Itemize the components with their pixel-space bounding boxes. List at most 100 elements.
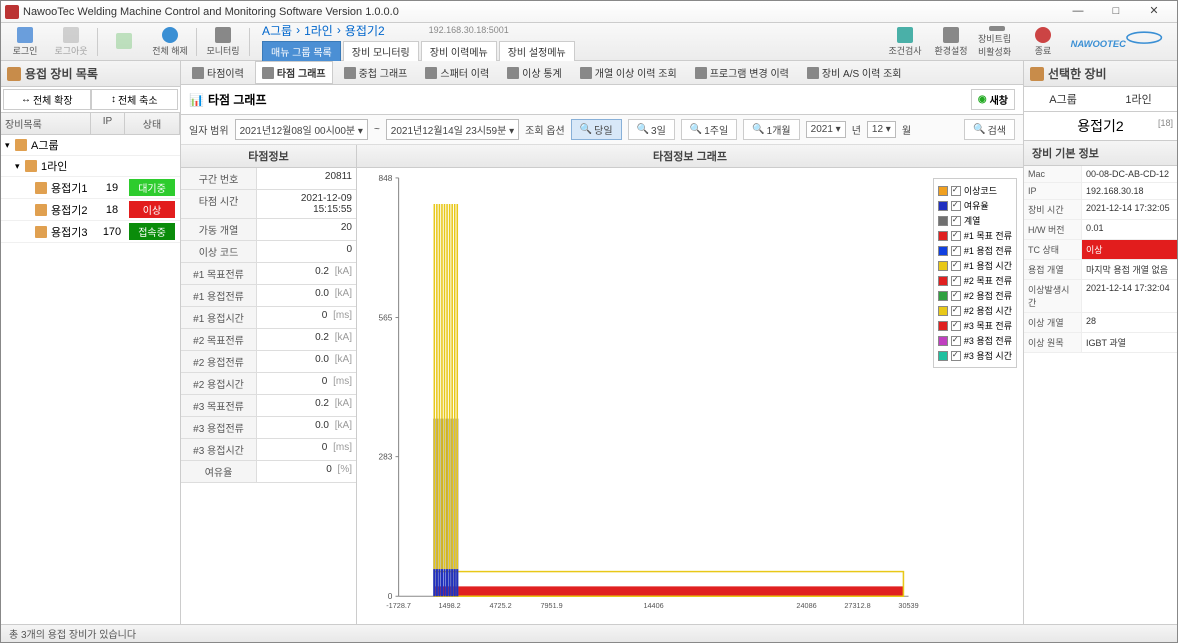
legend-checkbox[interactable] [951, 246, 961, 256]
tree-row[interactable]: ▾1라인 [1, 156, 180, 177]
tab-프로그램-변경-이력[interactable]: 프로그램 변경 이력 [688, 61, 796, 84]
condition-check-button[interactable]: 조건검사 [885, 25, 925, 59]
tab-장비-A/S-이력-조회[interactable]: 장비 A/S 이력 조회 [800, 61, 909, 84]
legend-swatch [938, 351, 948, 361]
legend-item[interactable]: #1 용접 시간 [938, 258, 1012, 273]
legend-item[interactable]: #2 목표 전류 [938, 273, 1012, 288]
legend-item[interactable]: #3 용접 시간 [938, 348, 1012, 363]
tab-타점-그래프[interactable]: 타점 그래프 [255, 61, 333, 84]
legend-checkbox[interactable] [951, 276, 961, 286]
breadcrumb-group[interactable]: A그룹 [262, 22, 292, 39]
legend-item[interactable]: 계열 [938, 213, 1012, 228]
collapse-all-button[interactable]: ↕전체 축소 [91, 89, 179, 110]
environment-settings-button[interactable]: 환경설정 [931, 25, 971, 59]
info-row: #3 목표전류0.2 [kA] [181, 395, 356, 417]
filter-1week-button[interactable]: 🔍1주일 [681, 119, 737, 140]
folder-icon [25, 160, 37, 172]
legend-checkbox[interactable] [951, 336, 961, 346]
search-button[interactable]: 🔍검색 [964, 119, 1015, 140]
tab-타점이력[interactable]: 타점이력 [185, 61, 251, 84]
main-toolbar: 로그인 로그아웃 전체 해제 모니터링 A그룹› 1라인› 용접기2 192.1… [1, 23, 1177, 61]
legend-checkbox[interactable] [951, 351, 961, 361]
legend-checkbox[interactable] [951, 201, 961, 211]
info-row: #1 목표전류0.2 [kA] [181, 263, 356, 285]
legend-item[interactable]: 여유율 [938, 198, 1012, 213]
play-button[interactable] [104, 25, 144, 59]
svg-text:565: 565 [378, 314, 392, 323]
window-title: NawooTec Welding Machine Control and Mon… [23, 6, 1059, 18]
play-icon [116, 33, 132, 49]
chart-area[interactable]: 0283565848-1728.71498.24725.27951.914406… [357, 168, 1023, 624]
month-select[interactable]: 12 ▾ [867, 121, 896, 138]
tree-row[interactable]: 용접기218이상 [1, 199, 180, 221]
menu-history-button[interactable]: 장비 이력메뉴 [421, 41, 497, 62]
tree-row[interactable]: ▾A그룹 [1, 135, 180, 156]
filter-1month-button[interactable]: 🔍1개월 [743, 119, 799, 140]
device-tree[interactable]: ▾A그룹▾1라인용접기119대기중용접기218이상용접기3170접속중 [1, 135, 180, 624]
exit-button[interactable]: 종료 [1023, 25, 1063, 59]
tree-row[interactable]: 용접기119대기중 [1, 177, 180, 199]
trip-disable-button[interactable]: 장비트립 비활성화 [977, 25, 1017, 59]
menu-monitoring-button[interactable]: 장비 모니터링 [343, 41, 419, 62]
info-row: 타점 시간2021-12-09 15:15:55 [181, 190, 356, 219]
tab-이상-통계[interactable]: 이상 통계 [500, 61, 569, 84]
breadcrumb-device[interactable]: 용접기2 [345, 22, 385, 39]
filter-today-button[interactable]: 🔍당일 [571, 119, 622, 140]
login-button[interactable]: 로그인 [5, 25, 45, 59]
date-from-input[interactable]: 2021년12월08일 00시00분 ▾ [235, 119, 368, 140]
rp-device-badge: [18] [1158, 118, 1173, 128]
tab-중첩-그래프[interactable]: 중첩 그래프 [337, 61, 415, 84]
minimize-button[interactable]: — [1059, 2, 1097, 22]
legend-checkbox[interactable] [951, 231, 961, 241]
new-window-button[interactable]: ◉새창 [971, 89, 1015, 110]
device-info-row: H/W 버전0.01 [1024, 220, 1177, 240]
legend-item[interactable]: #1 목표 전류 [938, 228, 1012, 243]
logout-button[interactable]: 로그아웃 [51, 25, 91, 59]
tree-row[interactable]: 용접기3170접속중 [1, 221, 180, 243]
col-status: 상태 [125, 113, 180, 134]
device-info-row: 이상 원목IGBT 과열 [1024, 333, 1177, 353]
legend-item[interactable]: #2 용접 시간 [938, 303, 1012, 318]
tree-label: 1라인 [41, 158, 67, 174]
monitoring-button[interactable]: 모니터링 [203, 25, 243, 59]
legend-item[interactable]: 이상코드 [938, 183, 1012, 198]
release-all-button[interactable]: 전체 해제 [150, 25, 190, 59]
power-icon [1035, 27, 1051, 43]
tab-개열-이상-이력-조회[interactable]: 개열 이상 이력 조회 [573, 61, 684, 84]
selected-device-panel: 선택한 장비 A그룹 1라인 용접기2 [18] 장비 기본 정보 Mac00-… [1023, 61, 1177, 624]
legend-checkbox[interactable] [951, 186, 961, 196]
tree-label: 용접기3 [51, 224, 87, 240]
device-info-row: 장비 시간2021-12-14 17:32:05 [1024, 200, 1177, 220]
close-button[interactable]: ✕ [1135, 2, 1173, 22]
device-info-row: Mac00-08-DC-AB-CD-12 [1024, 166, 1177, 183]
maximize-button[interactable]: □ [1097, 2, 1135, 22]
legend-checkbox[interactable] [951, 306, 961, 316]
breadcrumb-line[interactable]: 1라인 [304, 22, 333, 39]
query-option-label: 조회 옵션 [525, 122, 565, 137]
legend-checkbox[interactable] [951, 291, 961, 301]
filter-3days-button[interactable]: 🔍3일 [628, 119, 675, 140]
info-row: #2 용접전류0.0 [kA] [181, 351, 356, 373]
device-list-panel: 용접 장비 목록 ↔전체 확장 ↕전체 축소 장비목록 IP 상태 ▾A그룹▾1… [1, 61, 181, 624]
legend-checkbox[interactable] [951, 216, 961, 226]
year-select[interactable]: 2021 ▾ [806, 121, 846, 138]
tab-icon [262, 67, 274, 79]
device-info-row: IP192.168.30.18 [1024, 183, 1177, 200]
date-to-input[interactable]: 2021년12월14일 23시59분 ▾ [386, 119, 519, 140]
minus-circle-icon [162, 27, 178, 43]
legend-item[interactable]: #3 용접 전류 [938, 333, 1012, 348]
legend-checkbox[interactable] [951, 261, 961, 271]
menu-settings-button[interactable]: 장비 설정메뉴 [499, 41, 575, 62]
legend-checkbox[interactable] [951, 321, 961, 331]
legend-item[interactable]: #1 용접 전류 [938, 243, 1012, 258]
menu-group-list-button[interactable]: 매뉴 그룹 목록 [262, 41, 341, 62]
save-icon: 📊 [189, 93, 204, 107]
tab-스패터-이력[interactable]: 스패터 이력 [418, 61, 496, 84]
user-off-icon [63, 27, 79, 43]
legend-item[interactable]: #3 목표 전류 [938, 318, 1012, 333]
legend-swatch [938, 246, 948, 256]
chart-legend[interactable]: 이상코드여유율계열#1 목표 전류#1 용접 전류#1 용접 시간#2 목표 전… [933, 178, 1017, 368]
expand-all-button[interactable]: ↔전체 확장 [3, 89, 91, 110]
legend-item[interactable]: #2 용접 전류 [938, 288, 1012, 303]
tab-icon [580, 67, 592, 79]
